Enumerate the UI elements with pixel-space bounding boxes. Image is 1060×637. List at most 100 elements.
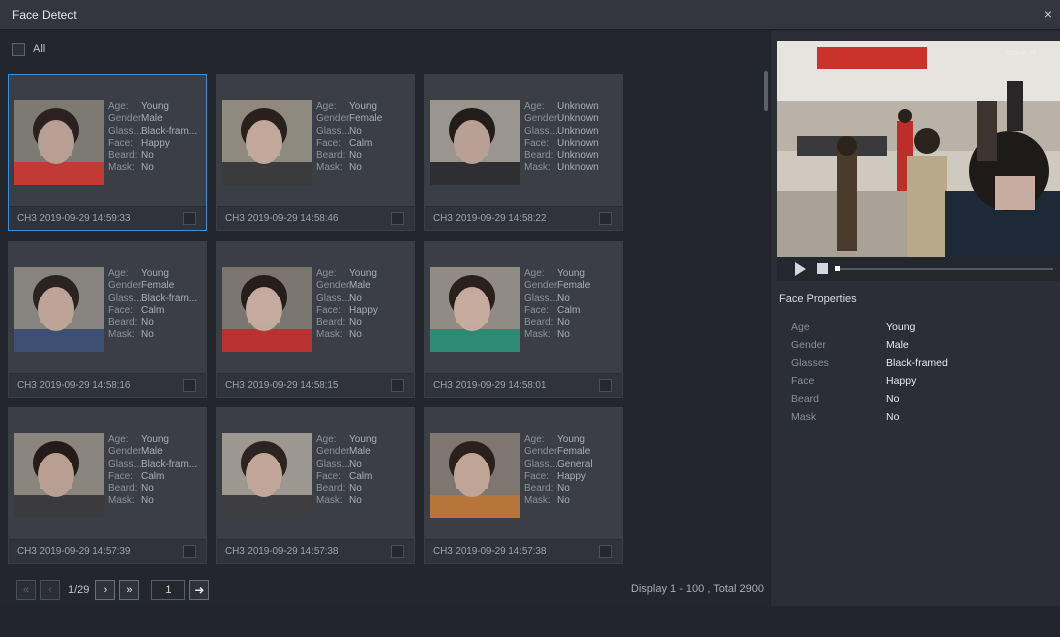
- card-checkbox[interactable]: [183, 379, 196, 392]
- attr-row-gender: Gender: Male: [108, 113, 206, 125]
- attr-row-glasses: Glass... No: [316, 126, 414, 138]
- card-checkbox[interactable]: [391, 379, 404, 392]
- attr-value-beard: No: [349, 150, 362, 162]
- attr-key-beard: Beard:: [524, 317, 554, 329]
- capture-timestamp: CH3 2019-09-29 14:58:01: [433, 380, 547, 391]
- property-key: Gender: [791, 339, 827, 351]
- attr-key-face: Face:: [316, 137, 342, 149]
- attr-value-glasses: No: [557, 292, 570, 304]
- card-checkbox[interactable]: [599, 212, 612, 225]
- select-all-row[interactable]: All: [12, 41, 45, 57]
- attr-value-mask: No: [141, 329, 154, 341]
- attr-key-glasses: Glass...: [108, 458, 141, 470]
- card-checkbox[interactable]: [183, 545, 196, 558]
- face-card[interactable]: Age: Young Gender: Male Glass... Black-fram..…: [8, 74, 207, 231]
- page-number-input[interactable]: [151, 580, 186, 600]
- attr-key-mask: Mask:: [316, 495, 343, 507]
- attr-row-gender: Gender: Female: [316, 113, 414, 125]
- attr-value-glasses: Black-fram...: [141, 292, 198, 304]
- face-card[interactable]: Age: Young Gender: Male Glass... Black-fram..…: [8, 407, 207, 564]
- attr-key-age: Age:: [108, 434, 129, 445]
- attr-value-gender: Male: [349, 280, 371, 292]
- attr-key-mask: Mask:: [108, 495, 135, 507]
- attr-value-gender: Female: [557, 446, 591, 458]
- capture-timestamp: CH3 2019-09-29 14:57:38: [225, 546, 339, 557]
- attr-key-glasses: Glass...: [108, 125, 141, 137]
- attr-value-age: Young: [141, 434, 169, 445]
- property-value: No: [886, 411, 900, 423]
- face-card[interactable]: Age: Young Gender: Female Glass... No Face: Cal…: [424, 241, 623, 398]
- face-thumbnail: [430, 267, 520, 352]
- close-icon[interactable]: ×: [1044, 6, 1052, 22]
- video-preview[interactable]: 2019-09-29: [777, 41, 1060, 257]
- pagination: « ‹ 1/29 › » ➜: [16, 579, 210, 601]
- card-checkbox[interactable]: [599, 379, 612, 392]
- attr-row-gender: Gender: Female: [524, 280, 622, 292]
- attr-row-face: Face: Happy: [316, 305, 414, 317]
- face-card[interactable]: Age: Young Gender: Female Glass... General Fac…: [424, 407, 623, 564]
- property-row: Gender Male: [791, 339, 1051, 357]
- page-info: 1/29: [68, 584, 90, 596]
- face-thumbnail: [14, 267, 104, 352]
- face-card[interactable]: Age: Unknown Gender: Unknown Glass... Unknown…: [424, 74, 623, 231]
- go-page-button[interactable]: ➜: [189, 580, 210, 600]
- property-value: Black-framed: [886, 357, 948, 369]
- attr-key-age: Age:: [316, 101, 337, 112]
- capture-timestamp: CH3 2019-09-29 14:59:33: [17, 213, 131, 224]
- capture-timestamp: CH3 2019-09-29 14:58:16: [17, 380, 131, 391]
- card-checkbox[interactable]: [391, 545, 404, 558]
- property-row: Age Young: [791, 321, 1051, 339]
- face-card[interactable]: Age: Young Gender: Female Glass... No Face: Cal…: [216, 74, 415, 231]
- attr-key-gender: Gender:: [524, 446, 557, 458]
- card-checkbox[interactable]: [183, 212, 196, 225]
- attr-row-glasses: Glass... No: [316, 293, 414, 305]
- attr-key-beard: Beard:: [524, 150, 554, 162]
- property-value: Young: [886, 321, 916, 333]
- next-page-button[interactable]: ›: [95, 580, 116, 600]
- card-checkbox[interactable]: [391, 212, 404, 225]
- prev-page-button[interactable]: ‹: [40, 580, 60, 600]
- attr-value-mask: No: [557, 329, 570, 341]
- face-attributes: Age: Young Gender: Female Glass... No Face: Cal…: [524, 268, 622, 342]
- card-checkbox[interactable]: [599, 545, 612, 558]
- attr-value-mask: No: [349, 495, 362, 507]
- face-card[interactable]: Age: Young Gender: Female Glass... Black-fram…: [8, 241, 207, 398]
- card-footer: CH3 2019-09-29 14:58:16: [9, 373, 206, 397]
- attr-value-face: Calm: [349, 137, 373, 149]
- attr-key-beard: Beard:: [524, 483, 554, 495]
- stop-icon[interactable]: [817, 263, 828, 274]
- play-icon[interactable]: [795, 262, 806, 276]
- attr-row-glasses: Glass... Black-fram...: [108, 293, 206, 305]
- attr-row-gender: Gender: Unknown: [524, 113, 622, 125]
- card-footer: CH3 2019-09-29 14:58:22: [425, 206, 622, 230]
- face-card[interactable]: Age: Young Gender: Male Glass... No Face: Happy…: [216, 241, 415, 398]
- attr-row-beard: Beard: No: [108, 150, 206, 162]
- select-all-label: All: [33, 43, 46, 55]
- vertical-scrollbar[interactable]: [764, 71, 768, 111]
- attr-row-gender: Gender: Female: [108, 280, 206, 292]
- capture-timestamp: CH3 2019-09-29 14:57:39: [17, 546, 131, 557]
- last-page-button[interactable]: »: [119, 580, 140, 600]
- card-footer: CH3 2019-09-29 14:58:46: [217, 206, 414, 230]
- attr-key-mask: Mask:: [316, 162, 343, 174]
- attr-row-gender: Gender: Male: [316, 280, 414, 292]
- attr-key-beard: Beard:: [108, 483, 138, 495]
- attr-key-mask: Mask:: [108, 329, 135, 341]
- face-attributes: Age: Young Gender: Female Glass... No Face: Cal…: [316, 101, 414, 175]
- attr-key-face: Face:: [524, 137, 550, 149]
- attr-row-face: Face: Calm: [316, 138, 414, 150]
- attr-key-age: Age:: [108, 268, 129, 279]
- attr-key-face: Face:: [108, 304, 134, 316]
- face-card[interactable]: Age: Young Gender: Male Glass... No Face: Calm B…: [216, 407, 415, 564]
- progress-slider[interactable]: [837, 268, 1053, 270]
- first-page-button[interactable]: «: [16, 580, 36, 600]
- progress-knob[interactable]: [835, 266, 840, 271]
- attr-value-gender: Male: [141, 113, 163, 125]
- attr-value-gender: Female: [141, 280, 175, 292]
- attr-key-beard: Beard:: [108, 150, 138, 162]
- property-row: Glasses Black-framed: [791, 357, 1051, 375]
- attr-key-face: Face:: [524, 470, 550, 482]
- attr-value-glasses: No: [349, 292, 362, 304]
- attr-row-face: Face: Happy: [524, 471, 622, 483]
- select-all-checkbox[interactable]: [12, 42, 25, 56]
